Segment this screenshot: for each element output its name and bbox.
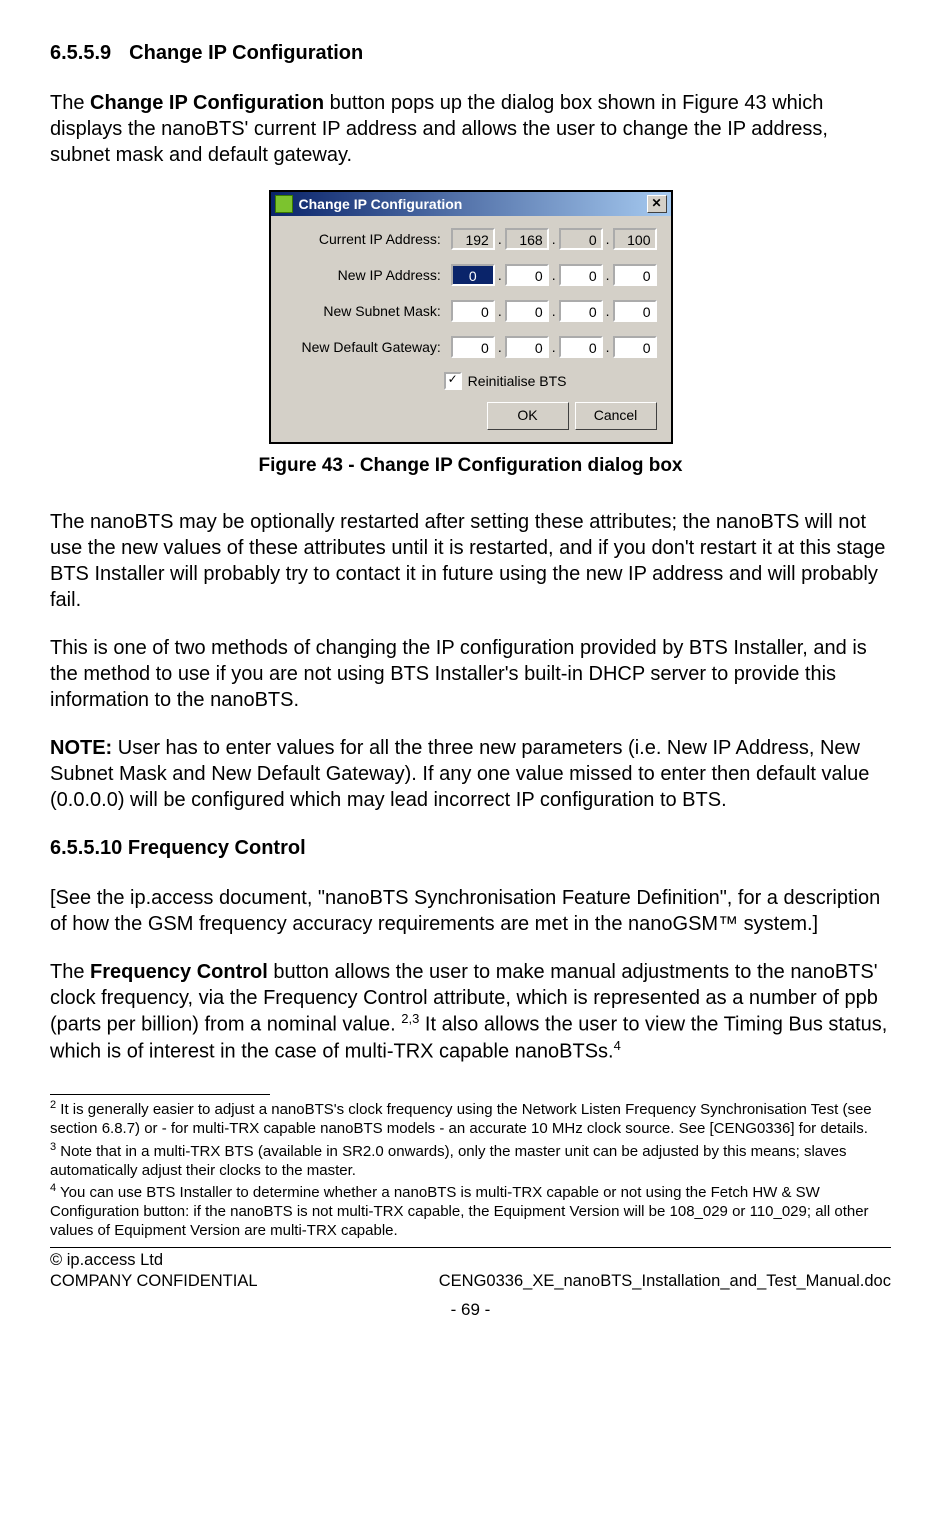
text: The xyxy=(50,961,90,983)
dialog-body: Current IP Address:192.168.0.100New IP A… xyxy=(271,216,671,442)
footer-copyright: © ip.access Ltd xyxy=(50,1250,891,1271)
section-heading-2: 6.5.5.10 Frequency Control xyxy=(50,835,891,861)
footer-right: CENG0336_XE_nanoBTS_Installation_and_Tes… xyxy=(439,1271,891,1292)
footnote-3: 3 Note that in a multi-TRX BTS (availabl… xyxy=(50,1141,891,1181)
octet-group: 0.0.0.0 xyxy=(451,264,657,286)
dialog-titlebar: Change IP Configuration ✕ xyxy=(271,192,671,216)
dot-separator: . xyxy=(605,302,611,320)
dot-separator: . xyxy=(497,338,503,356)
footnote-4: 4 You can use BTS Installer to determine… xyxy=(50,1182,891,1240)
ip-row: New IP Address:0.0.0.0 xyxy=(277,264,657,286)
octet-input[interactable]: 0 xyxy=(613,336,657,358)
octet-input[interactable]: 0 xyxy=(451,336,495,358)
dot-separator: . xyxy=(497,302,503,320)
octet-input: 100 xyxy=(613,228,657,250)
ip-row: Current IP Address:192.168.0.100 xyxy=(277,228,657,250)
dot-separator: . xyxy=(497,230,503,248)
change-ip-dialog: Change IP Configuration ✕ Current IP Add… xyxy=(269,190,673,444)
octet-input[interactable]: 0 xyxy=(559,300,603,322)
app-icon xyxy=(275,195,293,213)
ip-row: New Default Gateway:0.0.0.0 xyxy=(277,336,657,358)
octet-input[interactable]: 0 xyxy=(505,264,549,286)
dot-separator: . xyxy=(551,302,557,320)
footer-row: COMPANY CONFIDENTIAL CENG0336_XE_nanoBTS… xyxy=(50,1271,891,1292)
octet-group: 0.0.0.0 xyxy=(451,336,657,358)
footnote-text: You can use BTS Installer to determine w… xyxy=(50,1184,869,1239)
row-label: New Subnet Mask: xyxy=(277,302,441,320)
figure-caption: Figure 43 - Change IP Configuration dial… xyxy=(50,454,891,479)
octet-input[interactable]: 0 xyxy=(505,300,549,322)
footnote-2: 2 It is generally easier to adjust a nan… xyxy=(50,1099,891,1139)
octet-input[interactable]: 0 xyxy=(559,336,603,358)
footnote-text: Note that in a multi-TRX BTS (available … xyxy=(50,1143,847,1179)
footer-left: COMPANY CONFIDENTIAL xyxy=(50,1271,258,1292)
note-body: User has to enter values for all the thr… xyxy=(50,737,869,811)
dialog-title: Change IP Configuration xyxy=(299,195,463,213)
paragraph-4: [See the ip.access document, "nanoBTS Sy… xyxy=(50,885,891,937)
section-number: 6.5.5.10 xyxy=(50,837,122,859)
text-bold: Frequency Control xyxy=(90,961,268,983)
page-separator xyxy=(50,1247,891,1248)
footnote-text: It is generally easier to adjust a nanoB… xyxy=(50,1101,872,1137)
dot-separator: . xyxy=(551,230,557,248)
dot-separator: . xyxy=(605,230,611,248)
cancel-button[interactable]: Cancel xyxy=(575,402,657,430)
octet-group: 192.168.0.100 xyxy=(451,228,657,250)
octet-input: 0 xyxy=(559,228,603,250)
octet-input[interactable]: 0 xyxy=(505,336,549,358)
octet-input: 168 xyxy=(505,228,549,250)
paragraph-5: The Frequency Control button allows the … xyxy=(50,959,891,1064)
octet-input[interactable]: 0 xyxy=(451,300,495,322)
ip-row: New Subnet Mask:0.0.0.0 xyxy=(277,300,657,322)
dialog-container: Change IP Configuration ✕ Current IP Add… xyxy=(50,190,891,444)
octet-input: 192 xyxy=(451,228,495,250)
octet-input[interactable]: 0 xyxy=(613,264,657,286)
row-label: New Default Gateway: xyxy=(277,338,441,356)
note-label: NOTE: xyxy=(50,737,112,759)
paragraph-3: This is one of two methods of changing t… xyxy=(50,635,891,713)
page-number: - 69 - xyxy=(50,1299,891,1321)
reinitialise-checkbox[interactable]: ✓ xyxy=(444,372,462,390)
checkbox-label: Reinitialise BTS xyxy=(468,372,567,390)
dot-separator: . xyxy=(551,266,557,284)
dot-separator: . xyxy=(605,266,611,284)
row-label: New IP Address: xyxy=(277,266,441,284)
dot-separator: . xyxy=(551,338,557,356)
dot-separator: . xyxy=(605,338,611,356)
octet-group: 0.0.0.0 xyxy=(451,300,657,322)
button-row: OK Cancel xyxy=(277,402,657,430)
dot-separator: . xyxy=(497,266,503,284)
paragraph-2: The nanoBTS may be optionally restarted … xyxy=(50,509,891,613)
section-number: 6.5.5.9 xyxy=(50,40,111,66)
footnote-ref-4: 4 xyxy=(614,1038,621,1053)
close-icon[interactable]: ✕ xyxy=(647,195,667,213)
text: The xyxy=(50,92,90,114)
note-paragraph: NOTE: User has to enter values for all t… xyxy=(50,735,891,813)
section-title: Change IP Configuration xyxy=(129,42,363,64)
octet-input[interactable]: 0 xyxy=(559,264,603,286)
paragraph-1: The Change IP Configuration button pops … xyxy=(50,90,891,168)
octet-input[interactable]: 0 xyxy=(451,264,495,286)
reinitialise-row: ✓ Reinitialise BTS xyxy=(277,372,657,390)
footnote-ref-2-3: 2,3 xyxy=(401,1011,419,1026)
ok-button[interactable]: OK xyxy=(487,402,569,430)
row-label: Current IP Address: xyxy=(277,230,441,248)
section-heading-1: 6.5.5.9 Change IP Configuration xyxy=(50,40,891,66)
section-title: Frequency Control xyxy=(128,837,306,859)
text-bold: Change IP Configuration xyxy=(90,92,324,114)
footnote-separator xyxy=(50,1094,270,1095)
octet-input[interactable]: 0 xyxy=(613,300,657,322)
